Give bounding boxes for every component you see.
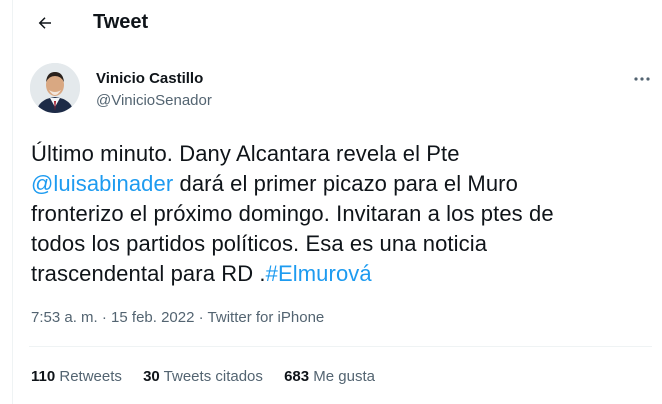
separator: · xyxy=(97,309,112,326)
page-header: Tweet xyxy=(13,0,662,46)
hashtag-link[interactable]: #Elmurová xyxy=(266,261,372,286)
tweet-stats: 110 Retweets 30 Tweets citados 683 Me gu… xyxy=(31,368,392,385)
tweet-source[interactable]: Twitter for iPhone xyxy=(208,309,325,326)
quote-tweets-stat[interactable]: 30 Tweets citados xyxy=(143,368,263,385)
tweet-line: Último minuto. Dany Alcantara revela el … xyxy=(31,141,460,166)
likes-stat[interactable]: 683 Me gusta xyxy=(284,368,375,385)
avatar[interactable] xyxy=(30,63,80,113)
likes-label: Me gusta xyxy=(313,368,375,385)
retweets-count: 110 xyxy=(31,368,56,385)
quotes-count: 30 xyxy=(143,368,160,385)
divider xyxy=(29,346,652,347)
tweet-text-segment: trascendental para RD . xyxy=(31,261,266,286)
retweets-label: Retweets xyxy=(59,368,122,385)
tweet-date[interactable]: 15 feb. 2022 xyxy=(111,309,194,326)
tweet-author: Vinicio Castillo @VinicioSenador xyxy=(13,58,662,122)
quotes-label: Tweets citados xyxy=(163,368,263,385)
arrow-left-icon xyxy=(38,17,51,29)
tweet-time[interactable]: 7:53 a. m. xyxy=(31,309,98,326)
author-handle[interactable]: @VinicioSenador xyxy=(96,92,212,109)
tweet-metadata: 7:53 a. m. · 15 feb. 2022 · Twitter for … xyxy=(31,309,324,326)
separator: · xyxy=(194,309,208,326)
back-button[interactable] xyxy=(31,9,59,37)
author-name[interactable]: Vinicio Castillo xyxy=(96,70,203,87)
retweets-stat[interactable]: 110 Retweets xyxy=(31,368,122,385)
more-horizontal-icon xyxy=(634,77,650,81)
likes-count: 683 xyxy=(284,368,310,385)
more-options-button[interactable] xyxy=(629,66,655,92)
tweet-text-segment: dará el primer picazo para el Muro xyxy=(173,171,518,196)
tweet-text: Último minuto. Dany Alcantara revela el … xyxy=(31,139,651,289)
page-title: Tweet xyxy=(93,11,149,33)
avatar-image xyxy=(30,63,80,113)
mention-link[interactable]: @luisabinader xyxy=(31,171,173,196)
tweet-line: @luisabinader dará el primer picazo para… xyxy=(31,169,651,199)
tweet-line: todos los partidos políticos. Esa es una… xyxy=(31,231,488,256)
tweet-line: trascendental para RD .#Elmurová xyxy=(31,259,651,289)
tweet-detail-panel: Tweet Vinicio Castillo @VinicioSenador Ú… xyxy=(12,0,662,404)
tweet-line: fronterizo el próximo domingo. Invitaran… xyxy=(31,201,554,226)
